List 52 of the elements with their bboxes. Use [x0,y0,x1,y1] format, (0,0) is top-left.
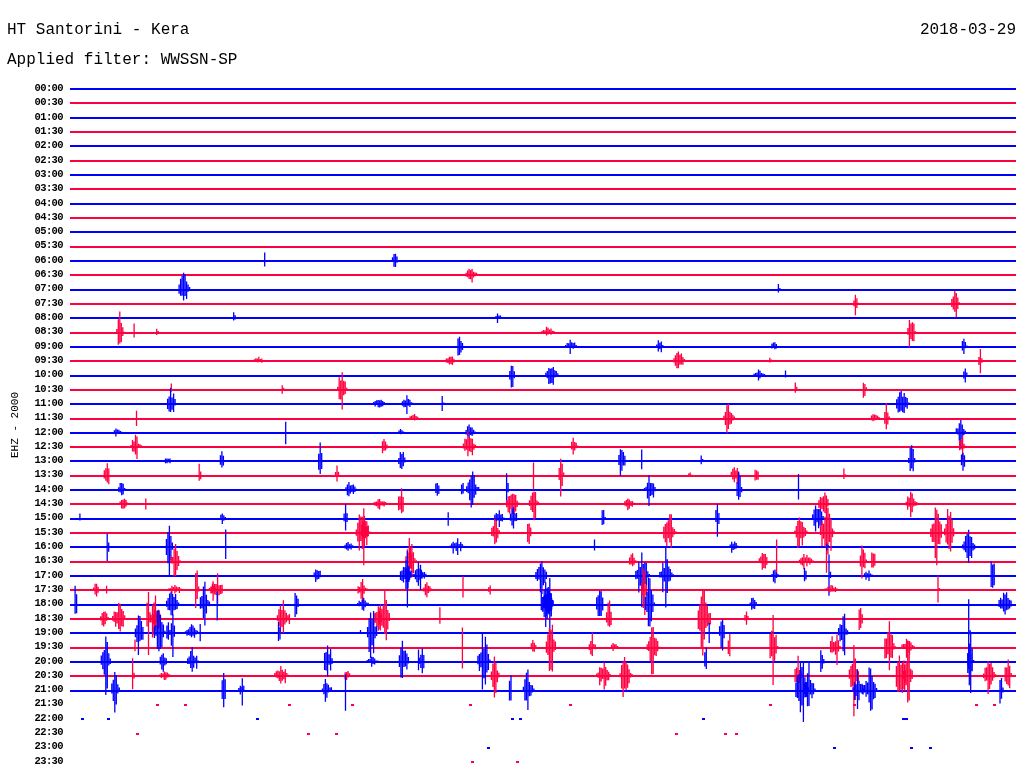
station-title: HT Santorini - Kera [7,20,190,40]
time-label: 17:00 [33,567,63,582]
time-label: 10:00 [33,367,63,382]
time-label: 16:00 [33,539,63,554]
filter-label: Applied filter: WWSSN-SP [7,50,239,70]
time-label: 23:30 [33,753,63,768]
time-label: 22:00 [33,710,63,726]
time-label: 05:30 [33,238,63,253]
time-label: 00:30 [33,95,63,110]
time-label: 01:00 [33,109,63,124]
time-label: 13:00 [33,453,63,468]
time-label: 07:30 [33,295,63,310]
time-label: 17:30 [33,581,63,597]
time-label: 06:30 [33,267,63,282]
time-label: 21:30 [33,696,63,711]
time-label: 13:30 [33,467,63,482]
time-label: 03:00 [33,166,63,182]
time-label: 18:00 [33,596,63,611]
time-label: 22:30 [33,725,63,740]
time-label: 08:00 [33,310,63,325]
time-label: 09:30 [33,352,63,368]
time-label: 20:00 [33,653,63,668]
time-label: 19:00 [33,624,63,640]
time-label: 00:00 [33,81,63,96]
time-label: 14:00 [33,481,63,497]
channel-axis-label: EHZ - 2000 [9,391,21,458]
time-label: 11:30 [33,410,63,425]
date-label: 2018-03-29 [920,20,1016,40]
time-label: 12:00 [33,424,63,439]
time-label: 18:30 [33,610,63,625]
time-label: 15:30 [33,524,63,539]
time-label: 14:30 [33,496,63,511]
time-label: 03:30 [33,181,63,196]
time-label: 06:00 [33,252,63,268]
time-label: 21:00 [33,682,63,697]
time-label: 10:30 [33,381,63,396]
time-label: 08:30 [33,324,63,339]
time-label: 01:30 [33,123,63,139]
time-label: 07:00 [33,281,63,296]
time-label: 23:00 [33,739,63,754]
time-label: 15:00 [33,510,63,525]
time-label: 19:30 [33,639,63,654]
time-label: 04:30 [33,209,63,225]
time-label: 16:30 [33,553,63,568]
time-label: 05:00 [33,224,63,239]
time-label: 20:30 [33,667,63,683]
time-label: 02:00 [33,138,63,153]
time-label: 02:30 [33,152,63,167]
time-label: 04:00 [33,195,63,210]
time-label: 09:00 [33,338,63,353]
time-label: 11:00 [33,395,63,411]
time-label: 12:30 [33,438,63,454]
